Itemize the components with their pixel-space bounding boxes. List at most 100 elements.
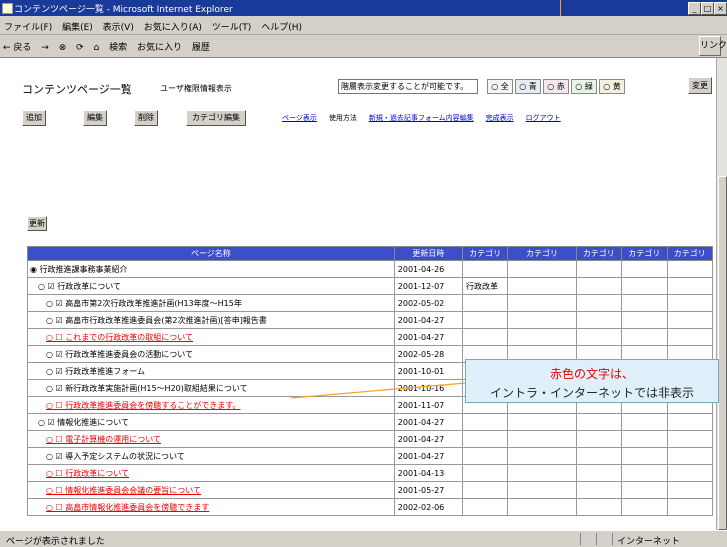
category-cell	[461, 498, 509, 516]
menu-view[interactable]: 表示(V)	[103, 20, 134, 33]
category-cell	[507, 498, 577, 516]
delete-button[interactable]: 削除	[134, 110, 158, 126]
page-name-cell[interactable]: ◉ 行政推進課事務事業紹介	[27, 260, 395, 278]
table-header-row: ページ名称 更新日時 カテゴリ カテゴリ カテゴリ カテゴリ カテゴリ	[27, 246, 713, 261]
radio-yellow[interactable]: ○ 黄	[599, 79, 625, 94]
page-name-link[interactable]: ○ ☑ 行政改革について	[38, 282, 121, 291]
page-name-cell[interactable]: ○ ☐ これまでの行政改革の取組について	[27, 328, 395, 346]
table-row[interactable]: ○ ☐ 情報化推進委員会会議の要旨について 2001-05-27	[27, 481, 713, 499]
page-name-link[interactable]: ○ ☑ 行政改革推進委員会の活動について	[46, 350, 193, 359]
favorites-button[interactable]: お気に入り	[137, 40, 182, 53]
menu-help[interactable]: ヘルプ(H)	[261, 20, 302, 33]
radio-red[interactable]: ○ 赤	[543, 79, 569, 94]
category-cell	[507, 481, 577, 499]
user-info-link[interactable]: ユーザ権限情報表示	[160, 83, 232, 94]
page-name-cell[interactable]: ○ ☑ 行政改革について	[27, 277, 395, 295]
page-name-link[interactable]: ○ ☐ 高畠市情報化推進委員会を傍聴できます	[46, 503, 209, 512]
page-name-cell[interactable]: ○ ☐ 情報化推進委員会会議の要旨について	[27, 481, 395, 499]
page-name-cell[interactable]: ○ ☑ 高畠市行政改革推進委員会(第2次推進計画)[答申]報告書	[27, 311, 395, 329]
scroll-thumb[interactable]	[718, 176, 727, 530]
page-name-cell[interactable]: ○ ☑ 行政改革推進フォーム	[27, 362, 395, 380]
col-category[interactable]: カテゴリ	[507, 246, 577, 261]
page-name-cell[interactable]: ○ ☑ 行政改革推進委員会の活動について	[27, 345, 395, 363]
menu-tools[interactable]: ツール(T)	[212, 20, 252, 33]
table-row[interactable]: ◉ 行政推進課事務事業紹介 2001-04-26	[27, 260, 713, 278]
col-category[interactable]: カテゴリ	[666, 246, 713, 261]
link-complete[interactable]: 完成表示	[486, 114, 514, 122]
apply-button[interactable]: 変更	[688, 77, 712, 94]
page-name-link[interactable]: ○ ☐ 情報化推進委員会会議の要旨について	[46, 486, 201, 495]
forward-button[interactable]: →	[41, 43, 49, 53]
menu-edit[interactable]: 編集(E)	[62, 20, 93, 33]
link-logout[interactable]: ログアウト	[526, 114, 561, 122]
page-name-link[interactable]: ○ ☑ 高畠市行政改革推進委員会(第2次推進計画)[答申]報告書	[46, 316, 267, 325]
table-row[interactable]: ○ ☑ 高畠市行政改革推進委員会(第2次推進計画)[答申]報告書 2001-04-…	[27, 311, 713, 329]
table-row[interactable]: ○ ☐ 電子計算機の運用について 2001-04-27	[27, 430, 713, 448]
link-usage[interactable]: 使用方法	[329, 114, 357, 122]
updated-cell: 2001-04-27	[393, 447, 463, 465]
menu-file[interactable]: ファイル(F)	[4, 20, 52, 33]
close-button[interactable]: ×	[714, 2, 727, 15]
col-page-name[interactable]: ページ名称	[27, 246, 395, 261]
page-name-link[interactable]: ○ ☑ 情報化推進について	[38, 418, 129, 427]
table-row[interactable]: ○ ☐ 行政改革について 2001-04-13	[27, 464, 713, 482]
add-button[interactable]: 追加	[22, 110, 46, 126]
category-cell	[621, 260, 668, 278]
page-name-cell[interactable]: ○ ☑ 導入予定システムの状況について	[27, 447, 395, 465]
radio-green[interactable]: ○ 緑	[571, 79, 597, 94]
category-cell	[621, 481, 668, 499]
minimize-button[interactable]: _	[688, 2, 701, 15]
page-name-cell[interactable]: ○ ☑ 高畠市第2次行政改革推進計画(H13年度〜H15年	[27, 294, 395, 312]
page-name-cell[interactable]: ○ ☐ 電子計算機の運用について	[27, 430, 395, 448]
page-name-link[interactable]: ○ ☐ 電子計算機の運用について	[46, 435, 161, 444]
radio-all[interactable]: ○ 全	[487, 79, 513, 94]
links-button[interactable]: リンク	[699, 36, 727, 56]
page-name-cell[interactable]: ○ ☐ 高畠市情報化推進委員会を傍聴できます	[27, 498, 395, 516]
back-button[interactable]: ← 戻る	[3, 40, 31, 53]
maximize-button[interactable]: □	[701, 2, 714, 15]
update-button[interactable]: 更新	[27, 216, 47, 231]
page-name-link[interactable]: ○ ☐ これまでの行政改革の取組について	[46, 333, 193, 342]
table-row[interactable]: ○ ☑ 高畠市第2次行政改革推進計画(H13年度〜H15年 2002-05-02	[27, 294, 713, 312]
search-button[interactable]: 検索	[109, 40, 127, 53]
updated-cell: 2001-04-27	[393, 430, 463, 448]
history-button[interactable]: 履歴	[192, 40, 210, 53]
stop-button[interactable]: ⊗	[59, 43, 67, 53]
vertical-scrollbar[interactable]	[716, 58, 727, 530]
page-name-link[interactable]: ○ ☐ 行政改革推進委員会を傍聴することができます。	[46, 401, 240, 410]
home-button[interactable]: ⌂	[94, 43, 100, 53]
hint-field: 階層表示変更することが可能です。	[338, 79, 478, 94]
link-page-view[interactable]: ページ表示	[282, 114, 317, 122]
category-cell	[666, 481, 713, 499]
category-cell	[461, 294, 509, 312]
col-category[interactable]: カテゴリ	[575, 246, 623, 261]
radio-blue[interactable]: ○ 青	[515, 79, 541, 94]
updated-cell: 2002-05-02	[393, 294, 463, 312]
page-name-cell[interactable]: ○ ☐ 行政改革推進委員会を傍聴することができます。	[27, 396, 395, 414]
table-row[interactable]: ○ ☑ 行政改革について 2001-12-07 行政改革	[27, 277, 713, 295]
table-row[interactable]: ○ ☑ 導入予定システムの状況について 2001-04-27	[27, 447, 713, 465]
category-edit-button[interactable]: カテゴリ編集	[186, 110, 246, 126]
page-name-link[interactable]: ○ ☑ 導入予定システムの状況について	[46, 452, 185, 461]
page-name-link[interactable]: ◉ 行政推進課事務事業紹介	[30, 265, 128, 274]
page-name-link[interactable]: ○ ☑ 行政改革推進フォーム	[46, 367, 145, 376]
page-name-link[interactable]: ○ ☐ 行政改革について	[46, 469, 129, 478]
menu-favorites[interactable]: お気に入り(A)	[144, 20, 202, 33]
table-row[interactable]: ○ ☑ 情報化推進について 2001-04-27	[27, 413, 713, 431]
refresh-button[interactable]: ⟳	[76, 43, 84, 53]
callout-line-1: 赤色の文字は、	[549, 367, 634, 381]
page-name-cell[interactable]: ○ ☐ 行政改革について	[27, 464, 395, 482]
col-category[interactable]: カテゴリ	[461, 246, 509, 261]
col-category[interactable]: カテゴリ	[621, 246, 668, 261]
category-cell	[666, 430, 713, 448]
page-name-link[interactable]: ○ ☑ 新行政改革実施計画(H15〜H20)取組結果について	[46, 384, 248, 393]
updated-cell: 2001-04-13	[393, 464, 463, 482]
page-name-link[interactable]: ○ ☑ 高畠市第2次行政改革推進計画(H13年度〜H15年	[46, 299, 242, 308]
edit-button[interactable]: 編集	[83, 110, 107, 126]
table-row[interactable]: ○ ☐ これまでの行政改革の取組について 2001-04-27	[27, 328, 713, 346]
category-cell	[507, 311, 577, 329]
col-updated[interactable]: 更新日時	[393, 246, 463, 261]
table-row[interactable]: ○ ☐ 高畠市情報化推進委員会を傍聴できます 2002-02-06	[27, 498, 713, 516]
link-form-edit[interactable]: 新規・過去記事フォーム内容編集	[369, 114, 474, 122]
page-name-cell[interactable]: ○ ☑ 情報化推進について	[27, 413, 395, 431]
